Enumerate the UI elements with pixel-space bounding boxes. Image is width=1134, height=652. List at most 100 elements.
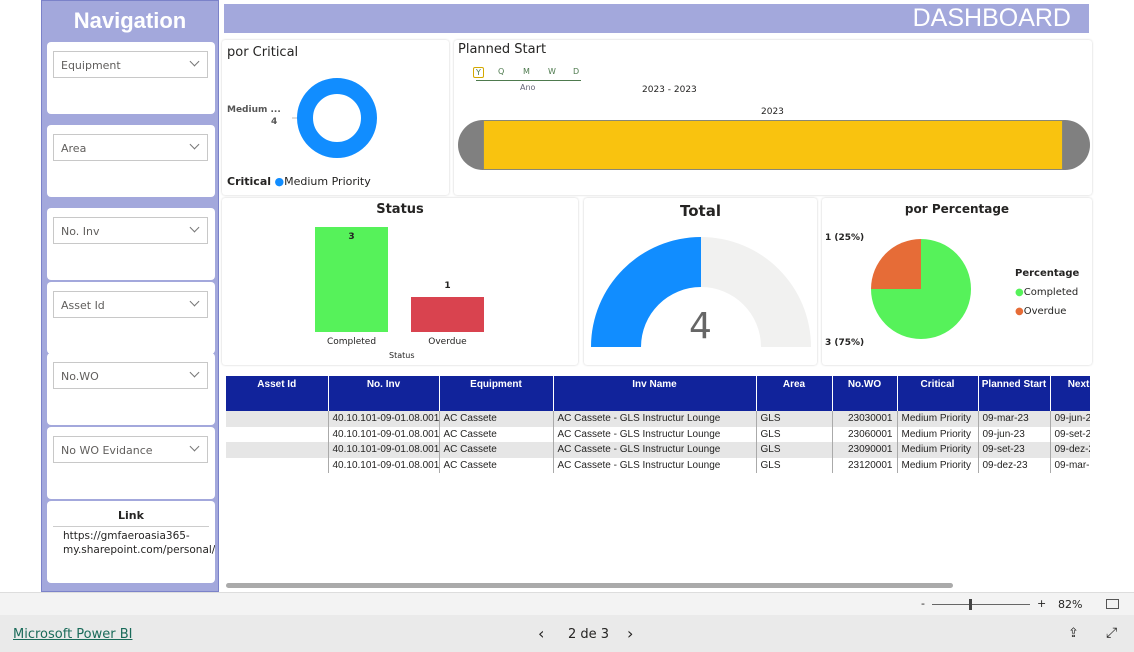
legend-item-overdue[interactable]: Overdue (1024, 306, 1067, 317)
table-cell: 40.10.101-09-01.08.001 (328, 457, 440, 473)
level-option[interactable]: Q (498, 67, 504, 76)
link-text[interactable]: https://gmfaeroasia365-my.sharepoint.com… (53, 526, 215, 559)
slicer-dropdown[interactable]: Area (53, 134, 208, 161)
table-header-row: Asset Id No. Inv Equipment Inv Name Area No.W… (226, 376, 1090, 411)
column-header[interactable]: Next Dat (1050, 376, 1090, 411)
percentage-pie-card: por Percentage 1 (25%) 3 (75%) Percentag… (822, 198, 1092, 365)
total-value: 4 (689, 306, 712, 347)
chevron-down-icon (189, 367, 200, 378)
level-option[interactable]: D (573, 67, 579, 76)
timeline-bar-label: 2023 (761, 107, 784, 117)
table-cell: AC Cassete (439, 411, 554, 427)
slicer-label: No.WO (61, 370, 99, 383)
donut-chart[interactable] (282, 70, 382, 170)
zoom-bar: - + 82% (0, 592, 1134, 615)
chevron-down-icon (189, 222, 200, 233)
fullscreen-icon[interactable]: ⤢ (1106, 625, 1117, 641)
column-header[interactable]: Equipment (439, 376, 554, 411)
timeline-bar-2023[interactable] (483, 120, 1063, 170)
slicer-card: Asset Id (47, 282, 215, 354)
column-header[interactable]: Critical (897, 376, 979, 411)
slicer-card: No. Inv (47, 208, 215, 280)
link-header[interactable]: Link (47, 509, 215, 522)
slicer-card: No.WO (47, 353, 215, 425)
legend-title: Critical (227, 175, 272, 188)
table-cell: AC Cassete - GLS Instructur Lounge (553, 457, 757, 473)
bar-completed[interactable] (315, 227, 388, 332)
bar-overdue[interactable] (411, 297, 484, 332)
column-header[interactable]: Asset Id (226, 376, 329, 411)
slicer-label: No. Inv (61, 225, 100, 238)
table-cell: Medium Priority (897, 457, 979, 473)
table-row[interactable]: 40.10.101-09-01.08.001 AC Cassete AC Casse… (226, 411, 1090, 427)
level-option[interactable]: W (548, 67, 556, 76)
slicer-dropdown[interactable]: No WO Evidance (53, 436, 208, 463)
critical-donut-card: por Critical Medium ... 4 Critical ●Medi… (222, 40, 449, 195)
table-cell: AC Cassete - GLS Instructur Lounge (553, 426, 757, 442)
status-title: Status (376, 202, 424, 217)
table-row[interactable]: 40.10.101-09-01.08.001 AC Cassete AC Casse… (226, 426, 1090, 442)
table-cell (226, 457, 329, 473)
column-header[interactable]: Inv Name (553, 376, 757, 411)
legend-item[interactable]: Medium Priority (284, 175, 371, 188)
legend-item-completed[interactable]: Completed (1024, 287, 1079, 298)
share-icon[interactable]: ⇪ (1068, 626, 1079, 641)
table-cell: Medium Priority (897, 411, 979, 427)
pie-chart[interactable] (870, 238, 972, 340)
critical-title: por Critical (227, 45, 299, 60)
timeline-level-selector[interactable]: YQMWD (473, 67, 581, 81)
table-cell: 23060001 (832, 426, 898, 442)
table-cell: GLS (756, 442, 833, 458)
column-header[interactable]: Planned Start (978, 376, 1051, 411)
percentage-title: por Percentage (904, 202, 1010, 216)
timeline-range: 2023 - 2023 (642, 85, 697, 95)
bar-value-label: 3 (348, 232, 355, 242)
power-bi-link[interactable]: Microsoft Power BI (13, 627, 132, 642)
table-cell: AC Cassete (439, 457, 554, 473)
column-header[interactable]: No.WO (832, 376, 898, 411)
table-cell (226, 411, 329, 427)
prev-page-icon[interactable]: ‹ (538, 624, 544, 643)
total-title: Total (680, 202, 721, 220)
navigation-panel: Navigation Equipment Area No. Inv Asset Id N… (41, 0, 219, 592)
table-cell: AC Cassete (439, 426, 554, 442)
slicer-dropdown[interactable]: No. Inv (53, 217, 208, 244)
zoom-in-button[interactable]: + (1037, 597, 1046, 610)
slicer-dropdown[interactable]: No.WO (53, 362, 208, 389)
level-option[interactable]: M (523, 67, 530, 76)
slicer-label: Area (61, 142, 87, 155)
table-cell: 23030001 (832, 411, 898, 427)
table-row[interactable]: 40.10.101-09-01.08.001 AC Cassete AC Casse… (226, 457, 1090, 473)
level-option[interactable]: Y (473, 67, 484, 78)
bar-category-label: Completed (326, 337, 377, 347)
table-cell (226, 442, 329, 458)
table-cell: 40.10.101-09-01.08.001 (328, 442, 440, 458)
legend-title: Percentage (1015, 268, 1080, 279)
table-row[interactable]: 40.10.101-09-01.08.001 AC Cassete AC Casse… (226, 442, 1090, 458)
next-page-icon[interactable]: › (627, 624, 633, 643)
table-cell: 09-jun-23 (978, 426, 1051, 442)
chevron-down-icon (189, 139, 200, 150)
table-cell: AC Cassete - GLS Instructur Lounge (553, 411, 757, 427)
table-cell: Medium Priority (897, 442, 979, 458)
pie-legend: Percentage ●Completed ●Overdue (1015, 268, 1080, 317)
zoom-slider[interactable] (932, 599, 1030, 610)
pie-label-completed: 3 (75%) (825, 338, 865, 348)
table-cell: GLS (756, 411, 833, 427)
donut-value: 4 (271, 117, 278, 127)
column-header[interactable]: No. Inv (328, 376, 440, 411)
timeline-track[interactable] (458, 120, 1090, 170)
zoom-out-button[interactable]: - (921, 597, 925, 610)
critical-legend: Critical ●Medium Priority (227, 175, 371, 188)
table-cell: GLS (756, 426, 833, 442)
slicer-dropdown[interactable]: Asset Id (53, 291, 208, 318)
fit-to-page-icon[interactable] (1106, 599, 1119, 609)
slicer-card: Equipment (47, 42, 215, 114)
table-cell: 09-mar-23 (978, 411, 1051, 427)
chevron-down-icon (189, 296, 200, 307)
column-header[interactable]: Area (756, 376, 833, 411)
pie-slice-overdue[interactable] (871, 239, 921, 289)
table-cell: 40.10.101-09-01.08.001 (328, 411, 440, 427)
slicer-dropdown[interactable]: Equipment (53, 51, 208, 78)
horizontal-scrollbar[interactable] (226, 583, 953, 588)
